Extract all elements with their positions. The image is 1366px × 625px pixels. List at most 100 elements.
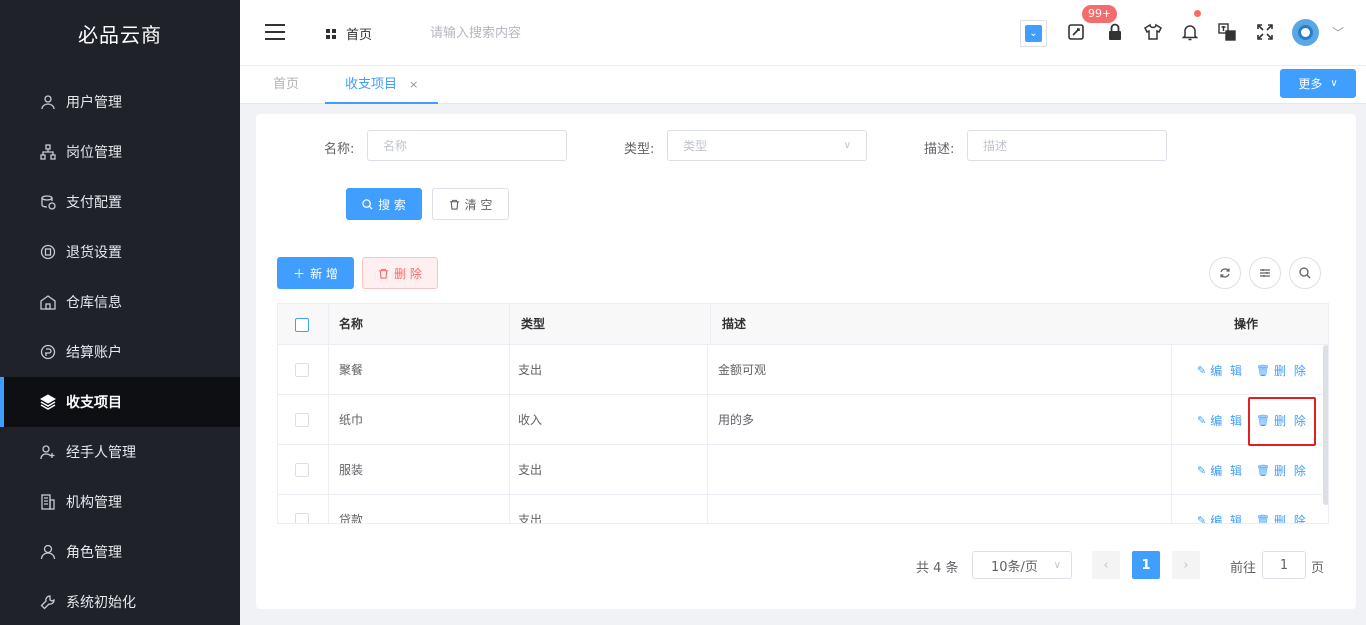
tab-home[interactable]: 首页 bbox=[273, 66, 299, 104]
row-checkbox[interactable] bbox=[295, 413, 309, 427]
sidebar-item-label: 系统初始化 bbox=[66, 595, 136, 611]
content-card: 名称: 类型: 类型 ∨ 描述: 搜 索 清 空 ＋ 新 增 删 除 名称 bbox=[256, 114, 1356, 609]
sidebar-item-returns[interactable]: 退货设置 bbox=[0, 227, 240, 277]
sidebar-item-label: 经手人管理 bbox=[66, 445, 136, 461]
edit-button[interactable]: ✎ 编 辑 bbox=[1197, 412, 1244, 429]
warehouse-icon bbox=[40, 295, 56, 310]
cell-name: 贷款 bbox=[339, 513, 364, 524]
dropdown-icon: ⌄ bbox=[1025, 25, 1042, 42]
chevron-down-icon: ∨ bbox=[843, 140, 851, 151]
add-button[interactable]: ＋ 新 增 bbox=[277, 257, 354, 289]
lock-icon[interactable] bbox=[1105, 22, 1125, 42]
breadcrumb-label: 首页 bbox=[346, 28, 373, 43]
notification-badge: 99+ bbox=[1082, 5, 1118, 23]
sidebar-item-payment[interactable]: 支付配置 bbox=[0, 177, 240, 227]
goto-label: 前往 bbox=[1230, 561, 1257, 576]
return-icon bbox=[40, 244, 56, 260]
desc-filter-label: 描述: bbox=[924, 142, 955, 157]
building-icon bbox=[41, 494, 55, 510]
row-actions: ✎ 编 辑 🗑 删 除 bbox=[1171, 495, 1322, 524]
delete-button[interactable]: 🗑 删 除 bbox=[1256, 512, 1308, 524]
sidebar-item-users[interactable]: 用户管理 bbox=[0, 77, 240, 127]
brand-logo: 必品云商 bbox=[78, 22, 162, 47]
sidebar-item-label: 支付配置 bbox=[66, 195, 122, 211]
delete-button[interactable]: 🗑 删 除 bbox=[1256, 362, 1308, 379]
page-size-select[interactable]: 10条/页 ∨ bbox=[972, 551, 1072, 579]
cell-type: 支出 bbox=[518, 513, 543, 524]
edit-button[interactable]: ✎ 编 辑 bbox=[1197, 362, 1244, 379]
table-row: 聚餐 支出 金额可观 ✎ 编 辑 🗑 删 除 bbox=[278, 345, 1322, 395]
edit-icon: ✎ bbox=[1197, 363, 1207, 377]
type-filter-select[interactable]: 类型 ∨ bbox=[667, 130, 867, 161]
page-size-value: 10条/页 bbox=[991, 559, 1038, 575]
name-filter-label: 名称: bbox=[324, 142, 355, 157]
sidebar-item-label: 用户管理 bbox=[66, 95, 122, 111]
desc-filter-input[interactable] bbox=[967, 130, 1167, 161]
role-icon bbox=[40, 544, 56, 560]
refresh-button[interactable] bbox=[1209, 257, 1241, 289]
highlight-box bbox=[1248, 397, 1316, 446]
sidebar-item-accounts[interactable]: 结算账户 bbox=[0, 327, 240, 377]
column-header-name[interactable]: 名称 bbox=[339, 304, 363, 345]
sidebar-item-roles[interactable]: 角色管理 bbox=[0, 527, 240, 577]
row-checkbox[interactable] bbox=[295, 363, 309, 377]
sidebar-item-system-init[interactable]: 系统初始化 bbox=[0, 577, 240, 625]
row-checkbox[interactable] bbox=[295, 513, 309, 523]
trash-icon bbox=[378, 268, 389, 279]
column-header-desc[interactable]: 描述 bbox=[722, 304, 746, 345]
grid-icon bbox=[326, 28, 336, 39]
translate-icon[interactable] bbox=[1217, 22, 1237, 42]
header-search-input[interactable] bbox=[430, 18, 650, 48]
wrench-icon bbox=[40, 595, 55, 610]
cell-desc: 用的多 bbox=[718, 413, 755, 427]
toggle-search-button[interactable] bbox=[1289, 257, 1321, 289]
shirt-icon[interactable] bbox=[1143, 22, 1163, 42]
page-number[interactable]: 1 bbox=[1132, 551, 1160, 579]
data-table: 名称 类型 描述 操作 聚餐 支出 金额可观 ✎ 编 辑 🗑 删 除 纸巾 收入… bbox=[277, 303, 1329, 524]
hamburger-menu-icon[interactable] bbox=[265, 24, 285, 40]
search-button[interactable]: 搜 索 bbox=[346, 188, 422, 220]
avatar[interactable] bbox=[1292, 19, 1319, 46]
close-icon[interactable]: × bbox=[409, 78, 418, 91]
user-add-icon bbox=[40, 445, 55, 460]
name-filter-input[interactable] bbox=[367, 130, 567, 161]
table-scrollbar[interactable] bbox=[1323, 345, 1328, 505]
pagination-total: 共 4 条 bbox=[916, 561, 959, 576]
column-header-type[interactable]: 类型 bbox=[521, 304, 545, 345]
chevron-down-icon[interactable]: ﹀ bbox=[1332, 24, 1344, 41]
sidebar-item-organizations[interactable]: 机构管理 bbox=[0, 477, 240, 527]
tool-icon[interactable] bbox=[1066, 22, 1086, 42]
dropdown-toggle[interactable]: ⌄ bbox=[1020, 20, 1047, 47]
batch-delete-button[interactable]: 删 除 bbox=[362, 257, 438, 289]
account-icon bbox=[40, 344, 56, 360]
sidebar-item-income-expense[interactable]: 收支项目 bbox=[0, 377, 240, 427]
clear-button[interactable]: 清 空 bbox=[432, 188, 509, 220]
fullscreen-icon[interactable] bbox=[1255, 22, 1275, 42]
edit-button[interactable]: ✎ 编 辑 bbox=[1197, 512, 1244, 524]
bell-icon[interactable] bbox=[1180, 22, 1200, 42]
delete-button[interactable]: 🗑 删 除 bbox=[1256, 462, 1308, 479]
next-page-button[interactable]: › bbox=[1172, 551, 1200, 579]
type-placeholder: 类型 bbox=[683, 139, 708, 153]
breadcrumb-home[interactable]: 首页 bbox=[326, 24, 372, 43]
edit-button[interactable]: ✎ 编 辑 bbox=[1197, 462, 1244, 479]
sidebar-item-label: 仓库信息 bbox=[66, 295, 122, 311]
user-icon bbox=[41, 95, 55, 110]
more-button[interactable]: 更多 ∨ bbox=[1280, 69, 1356, 98]
goto-page-input[interactable] bbox=[1262, 551, 1306, 579]
select-all-checkbox[interactable] bbox=[295, 318, 309, 332]
layers-icon bbox=[40, 394, 56, 410]
search-icon bbox=[362, 198, 373, 210]
row-checkbox[interactable] bbox=[295, 463, 309, 477]
column-settings-button[interactable] bbox=[1249, 257, 1281, 289]
prev-page-button[interactable]: ‹ bbox=[1092, 551, 1120, 579]
cell-name: 纸巾 bbox=[339, 413, 364, 427]
row-actions: ✎ 编 辑 🗑 删 除 bbox=[1171, 345, 1322, 395]
sidebar-item-handlers[interactable]: 经手人管理 bbox=[0, 427, 240, 477]
search-button-label: 搜 索 bbox=[378, 197, 406, 212]
tab-label: 收支项目 bbox=[345, 77, 398, 92]
sidebar-item-warehouse[interactable]: 仓库信息 bbox=[0, 277, 240, 327]
edit-icon: ✎ bbox=[1197, 463, 1207, 477]
tab-income-expense[interactable]: 收支项目 × bbox=[325, 66, 439, 104]
sidebar-item-positions[interactable]: 岗位管理 bbox=[0, 127, 240, 177]
